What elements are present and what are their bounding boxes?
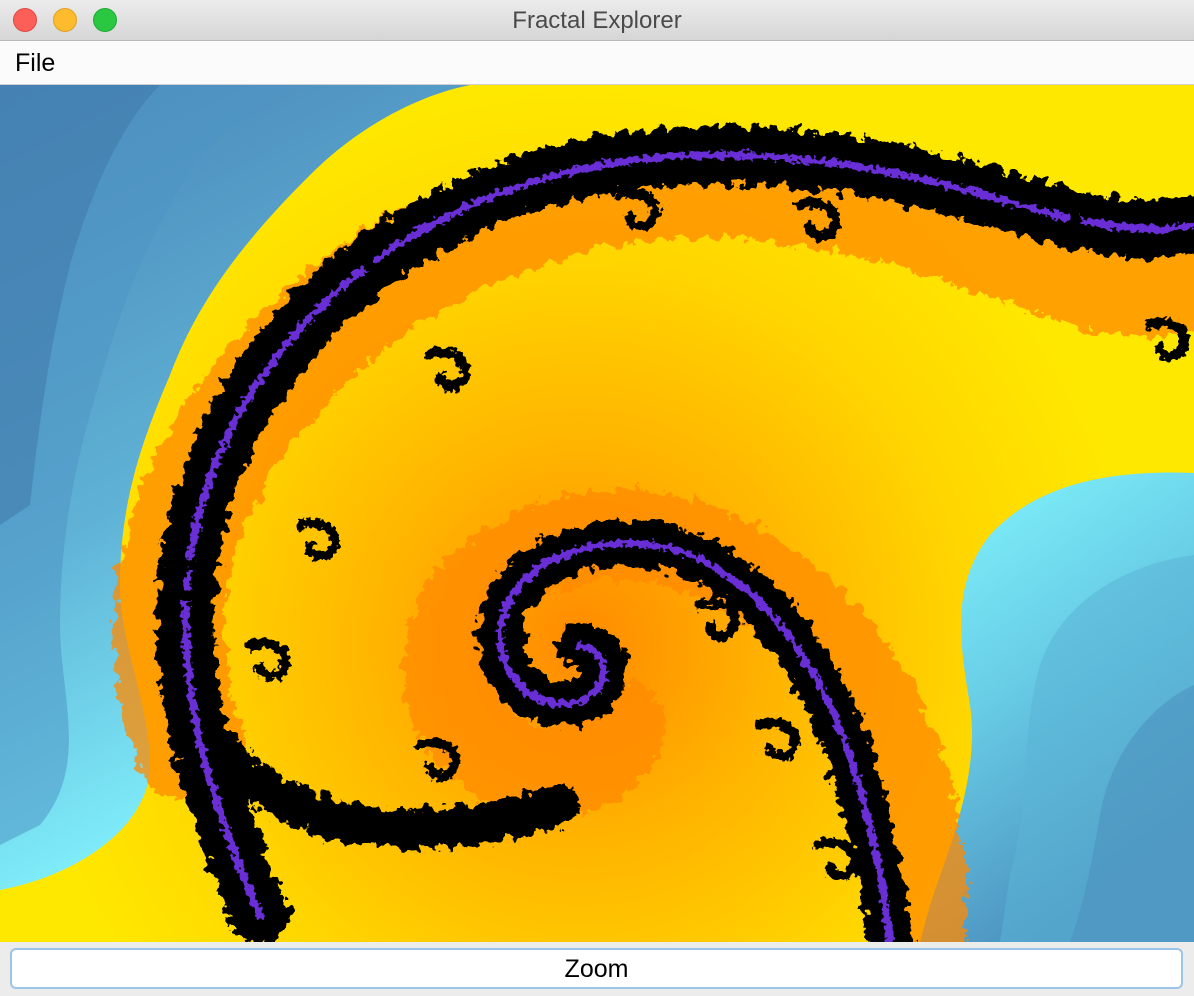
menu-bar: File [0,41,1194,85]
app-window: Fractal Explorer File Zoom [0,0,1194,996]
zoom-button[interactable]: Zoom [10,948,1183,989]
menu-file[interactable]: File [15,49,55,78]
control-panel: Zoom [0,942,1194,996]
title-bar[interactable]: Fractal Explorer [0,0,1194,41]
fractal-canvas[interactable] [0,85,1194,942]
fractal-image [0,85,1194,942]
window-title: Fractal Explorer [512,7,682,34]
